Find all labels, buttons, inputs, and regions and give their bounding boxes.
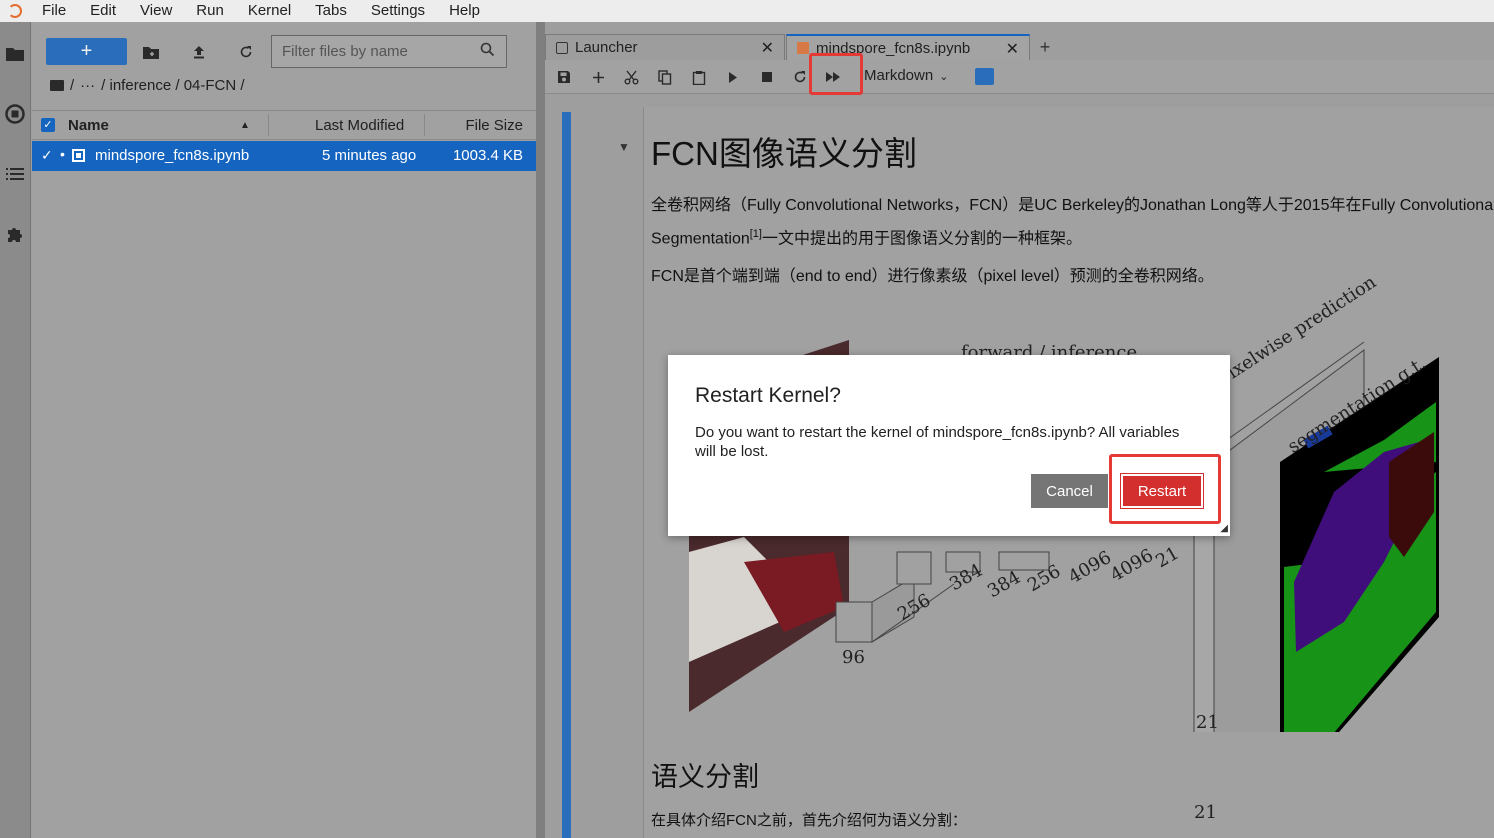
save-icon[interactable] (552, 65, 576, 89)
menu-bar: File Edit View Run Kernel Tabs Settings … (0, 0, 1494, 22)
collapse-heading-icon[interactable]: ▼ (618, 140, 630, 154)
new-launcher-button[interactable]: + (46, 38, 127, 65)
filter-input[interactable]: Filter files by name (271, 35, 507, 68)
cell-type-value: Markdown (864, 67, 934, 84)
menu-help[interactable]: Help (447, 0, 482, 22)
notebook-icon (797, 42, 809, 54)
highlight-box (1109, 454, 1221, 524)
cell-type-dropdown[interactable]: Markdown ⌄ (864, 67, 948, 84)
column-modified-header[interactable]: Last Modified (315, 117, 404, 134)
dialog-title: Restart Kernel? (695, 384, 841, 407)
resize-handle-icon[interactable]: ◢ (1220, 523, 1228, 534)
figure-label-21b: 21 (1194, 802, 1217, 823)
cancel-button[interactable]: Cancel (1031, 474, 1108, 508)
stop-icon[interactable] (755, 65, 779, 89)
column-divider (424, 114, 425, 136)
sort-ascending-icon: ▲ (240, 119, 250, 131)
menu-run[interactable]: Run (194, 0, 226, 22)
folder-icon[interactable] (3, 42, 27, 66)
search-icon (480, 42, 506, 62)
menu-edit[interactable]: Edit (88, 0, 118, 22)
toc-icon[interactable] (3, 162, 27, 186)
panel-splitter[interactable] (536, 22, 545, 838)
menu-tabs[interactable]: Tabs (313, 0, 349, 22)
breadcrumb-root-sep: / (70, 77, 75, 94)
selected-check-icon[interactable]: ✓ (41, 147, 53, 164)
select-all-checkbox[interactable]: ✓ (41, 118, 55, 132)
file-row[interactable]: ✓ • mindspore_fcn8s.ipynb 5 minutes ago … (32, 141, 536, 171)
tab-launcher[interactable]: Launcher ✕ (545, 34, 785, 60)
add-tab-icon[interactable]: + (1032, 34, 1058, 60)
menu-settings[interactable]: Settings (369, 0, 427, 22)
breadcrumb-ellipsis[interactable]: ··· (80, 77, 95, 94)
left-sidebar-tabs (0, 22, 31, 838)
launcher-icon (556, 41, 568, 54)
active-cell-indicator[interactable] (562, 112, 571, 838)
notebook-heading-2: 语义分割 (651, 762, 759, 792)
menu-view[interactable]: View (138, 0, 174, 22)
jupyter-logo-icon (0, 0, 30, 22)
copy-icon[interactable] (653, 65, 677, 89)
cut-icon[interactable] (619, 65, 643, 89)
column-divider (268, 114, 269, 136)
plus-icon: + (80, 40, 93, 62)
figure-label-21-bottom: 21 (1196, 712, 1219, 733)
file-size: 1003.4 KB (452, 147, 523, 164)
refresh-icon[interactable] (234, 40, 258, 64)
intro-line-2: Segmentation[1]一文中提出的用于图像语义分割的一种框架。 (651, 220, 1494, 253)
file-name: mindspore_fcn8s.ipynb (95, 147, 250, 164)
paste-icon[interactable] (687, 65, 711, 89)
close-tab-icon[interactable]: ✕ (1006, 39, 1019, 59)
property-inspector-icon[interactable] (975, 68, 994, 85)
column-size-header[interactable]: File Size (465, 117, 523, 134)
semantic-seg-paragraph: 在具体介绍FCN之前，首先介绍何为语义分割： (651, 812, 967, 829)
insert-cell-icon[interactable] (586, 65, 610, 89)
fcn-paragraph: FCN是首个端到端（end to end）进行像素级（pixel level）预… (651, 268, 1214, 285)
running-icon[interactable] (3, 102, 27, 126)
figure-label-96: 96 (842, 647, 865, 668)
file-browser: + Filter files by name / ··· / inference… (32, 22, 536, 838)
column-name-header[interactable]: Name (68, 117, 109, 134)
menu-kernel[interactable]: Kernel (246, 0, 293, 22)
home-folder-icon[interactable] (50, 80, 64, 91)
new-folder-icon[interactable] (139, 40, 163, 64)
breadcrumb-path[interactable]: / inference / 04-FCN / (101, 77, 244, 94)
upload-icon[interactable] (187, 40, 211, 64)
close-tab-icon[interactable]: ✕ (761, 38, 774, 58)
notebook-file-icon (72, 149, 85, 162)
extension-icon[interactable] (3, 222, 27, 246)
file-list-header: ✓ Name ▲ Last Modified File Size (32, 110, 536, 140)
notebook-toolbar: Markdown ⌄ (545, 53, 1494, 95)
citation-link[interactable]: [1] (750, 228, 762, 240)
intro-paragraph: 全卷积网络（Fully Convolutional Networks，FCN）是… (651, 192, 1494, 253)
intro-segmentation: Segmentation (651, 230, 750, 248)
run-icon[interactable] (721, 65, 745, 89)
file-modified: 5 minutes ago (322, 147, 417, 164)
notebook-heading-1: FCN图像语义分割 (651, 135, 917, 172)
file-browser-toolbar: + Filter files by name (32, 32, 536, 72)
highlight-box (809, 53, 863, 95)
tab-label: Launcher (575, 39, 638, 56)
running-dot-icon: • (60, 146, 65, 162)
menu-file[interactable]: File (40, 0, 68, 22)
breadcrumb: / ··· / inference / 04-FCN / (50, 77, 245, 94)
tab-bar: Launcher ✕ mindspore_fcn8s.ipynb ✕ + (545, 34, 1494, 60)
intro-line-2-rest: 一文中提出的用于图像语义分割的一种框架。 (761, 230, 1082, 248)
filter-placeholder: Filter files by name (282, 43, 408, 60)
intro-line-1: 全卷积网络（Fully Convolutional Networks，FCN）是… (651, 197, 1494, 214)
chevron-down-icon: ⌄ (939, 71, 949, 83)
